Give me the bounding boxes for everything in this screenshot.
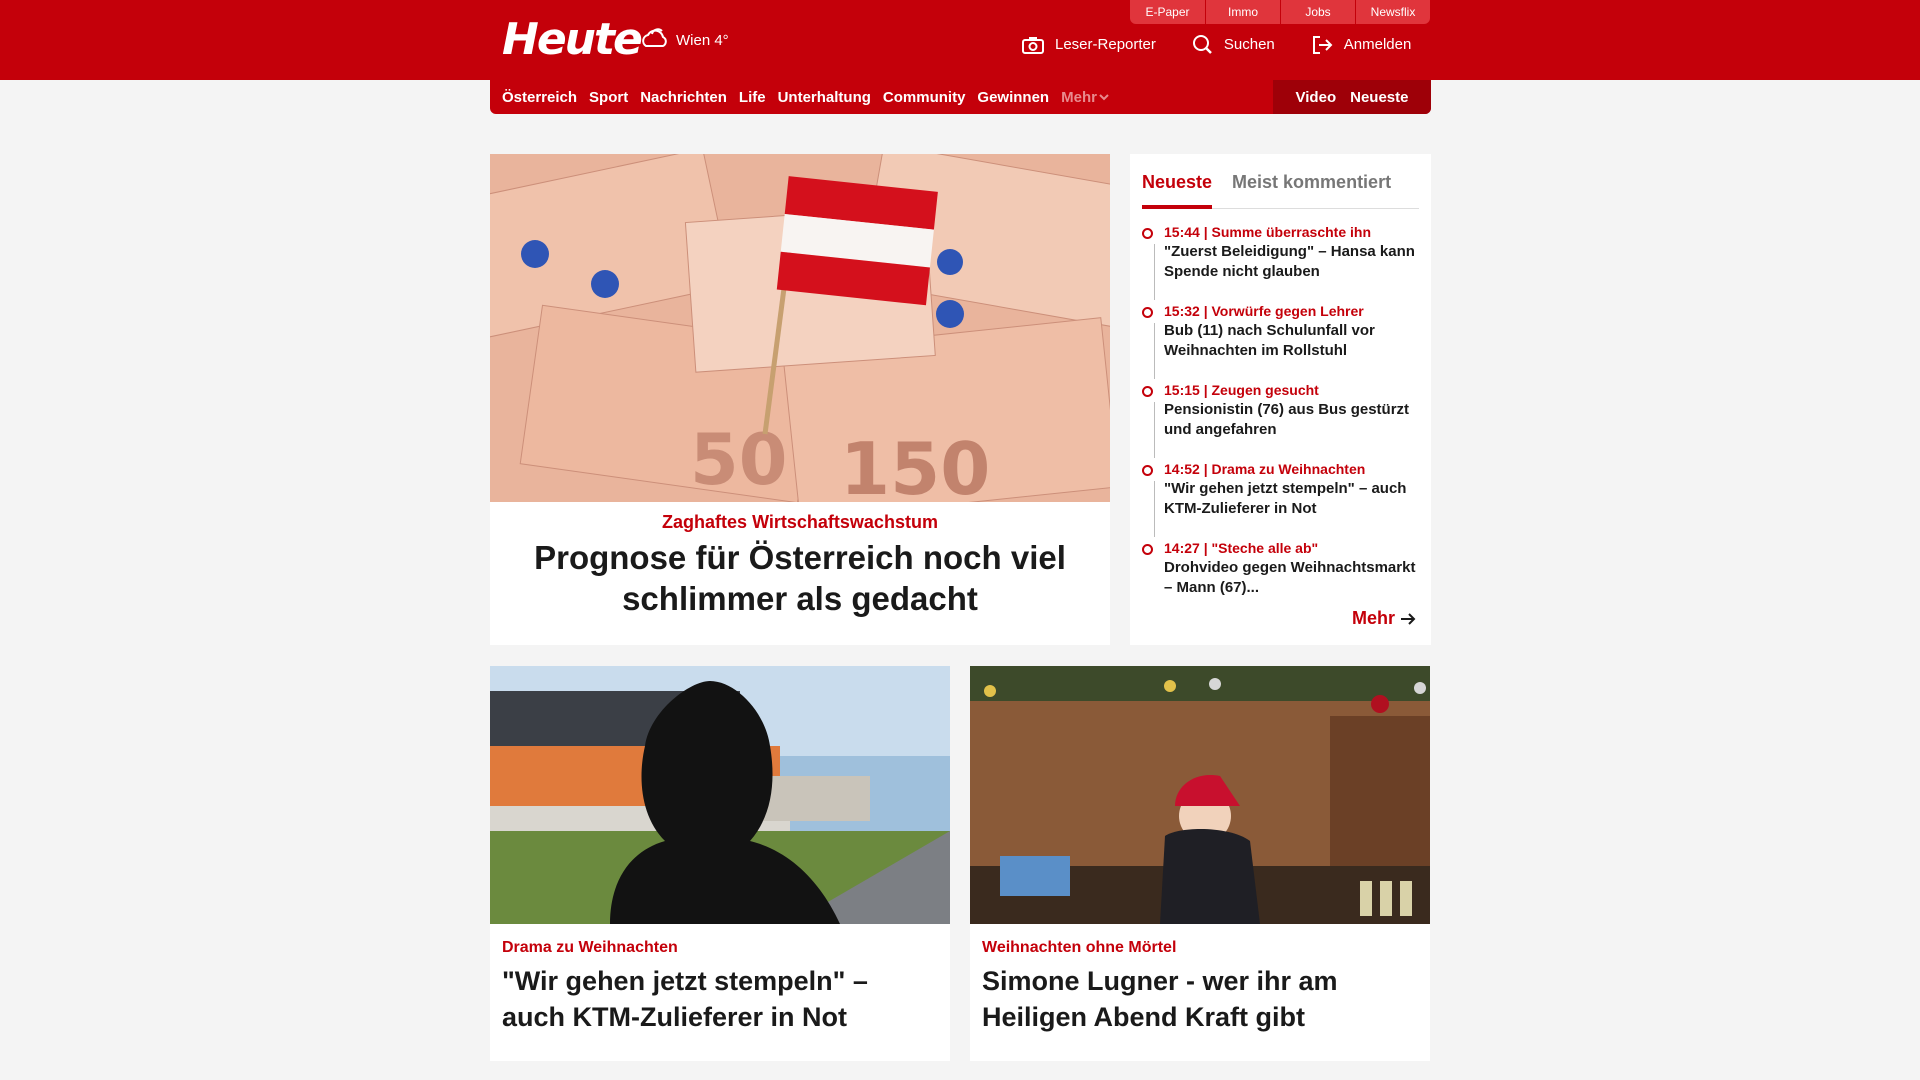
nav-more-label: Mehr [1061,88,1097,106]
news-title: Drohvideo gegen Weihnachtsmarkt – Mann (… [1164,559,1416,596]
list-item[interactable]: 15:15 | Zeugen gesucht Pensionistin (76)… [1142,380,1419,459]
newsflix-link[interactable]: Newsflix [1355,0,1430,24]
article-title[interactable]: Simone Lugner - wer ihr am Heiligen Aben… [982,963,1418,1035]
article-kicker: Weihnachten ohne Mörtel [982,939,1177,956]
weather-text: Wien 4° [676,31,729,49]
login-label: Anmelden [1343,36,1412,53]
nav-item-nachrichten[interactable]: Nachrichten [640,89,727,106]
article-image [970,666,1430,924]
news-time: 14:27 | "Steche alle ab" [1164,540,1319,556]
arrow-right-icon [1401,612,1416,625]
svg-text:50: 50 [690,419,787,501]
hero-article[interactable]: 50 150 Zaghaftes Wirtschaftswachstum Pro… [490,154,1110,645]
login-button[interactable]: Anmelden [1311,35,1412,55]
top-links: E-Paper Immo Jobs Newsflix [1130,0,1430,24]
nav-neueste-link[interactable]: Neueste [1350,89,1408,106]
immo-link[interactable]: Immo [1205,0,1280,24]
timeline-line [1154,481,1155,537]
nav-item-gewinnen[interactable]: Gewinnen [977,89,1049,106]
site-logo[interactable]: Heute [502,14,643,65]
news-title: Bub (11) nach Schulunfall vor Weihnachte… [1164,322,1375,359]
article-card-lugner[interactable]: Weihnachten ohne Mörtel Simone Lugner - … [970,666,1430,1061]
sidebar-tabs: Neueste Meist kommentiert [1142,164,1419,209]
news-sidebar: Neueste Meist kommentiert 15:44 | Summe … [1130,154,1431,645]
more-label: Mehr [1351,608,1395,628]
nav-item-life[interactable]: Life [739,89,766,106]
news-time: 14:52 | Drama zu Weihnachten [1164,461,1366,477]
nav-right-group: Video Neueste [1273,80,1431,114]
timeline-dot-icon [1142,307,1153,318]
timeline-dot-icon [1142,465,1153,476]
news-list: 15:44 | Summe überraschte ihn "Zuerst Be… [1142,222,1419,617]
news-title: "Wir gehen jetzt stempeln" – auch KTM-Zu… [1164,480,1407,517]
epaper-link[interactable]: E-Paper [1130,0,1205,24]
tab-meist-kommentiert[interactable]: Meist kommentiert [1232,164,1391,208]
nav-item-unterhaltung[interactable]: Unterhaltung [778,89,871,106]
hero-title[interactable]: Prognose für Österreich noch viel schlim… [490,537,1110,619]
timeline-line [1154,244,1155,300]
more-link[interactable]: Mehr [1352,608,1417,629]
hero-image: 50 150 [490,154,1110,502]
tab-neueste[interactable]: Neueste [1142,164,1213,209]
header-actions: Leser-Reporter Suchen Anmelden [1022,34,1447,55]
camera-icon [1022,36,1044,54]
timeline-dot-icon [1142,228,1153,239]
search-label: Suchen [1223,36,1275,53]
hero-kicker: Zaghaftes Wirtschaftswachstum [662,512,938,532]
search-icon [1192,35,1212,54]
timeline-dot-icon [1142,386,1153,397]
cloud-sun-icon [642,28,667,47]
list-item[interactable]: 14:52 | Drama zu Weihnachten "Wir gehen … [1142,459,1419,538]
nav-video-link[interactable]: Video [1296,89,1337,106]
news-title: "Zuerst Beleidigung" – Hansa kann Spende… [1164,243,1415,280]
list-item[interactable]: 15:44 | Summe überraschte ihn "Zuerst Be… [1142,222,1419,301]
search-button[interactable]: Suchen [1192,34,1275,55]
nav-item-oesterreich[interactable]: Österreich [502,89,577,106]
svg-text:150: 150 [840,427,990,502]
article-card-ktm[interactable]: Drama zu Weihnachten "Wir gehen jetzt st… [490,666,950,1061]
timeline-dot-icon [1142,544,1153,555]
site-header [0,0,1920,80]
article-kicker: Drama zu Weihnachten [502,939,678,956]
article-title[interactable]: "Wir gehen jetzt stempeln" – auch KTM-Zu… [502,963,938,1035]
nav-item-community[interactable]: Community [883,89,966,106]
leser-reporter-label: Leser-Reporter [1055,36,1156,53]
news-time: 15:32 | Vorwürfe gegen Lehrer [1164,303,1364,319]
nav-more-dropdown[interactable]: Mehr [1061,89,1111,106]
news-time: 15:15 | Zeugen gesucht [1164,382,1319,398]
news-title: Pensionistin (76) aus Bus gestürzt und a… [1164,401,1410,438]
weather-widget[interactable]: Wien 4° [638,26,729,54]
article-image [490,666,950,924]
leser-reporter-button[interactable]: Leser-Reporter [1022,36,1156,54]
main-nav: Österreich Sport Nachrichten Life Unterh… [490,80,1431,114]
list-item[interactable]: 15:32 | Vorwürfe gegen Lehrer Bub (11) n… [1142,301,1419,380]
login-icon [1312,35,1333,54]
timeline-line [1154,323,1155,379]
jobs-link[interactable]: Jobs [1280,0,1355,24]
chevron-down-icon [1099,94,1109,101]
news-time: 15:44 | Summe überraschte ihn [1164,224,1371,240]
timeline-line [1154,402,1155,458]
list-item[interactable]: 14:27 | "Steche alle ab" Drohvideo gegen… [1142,538,1419,617]
nav-item-sport[interactable]: Sport [589,89,628,106]
